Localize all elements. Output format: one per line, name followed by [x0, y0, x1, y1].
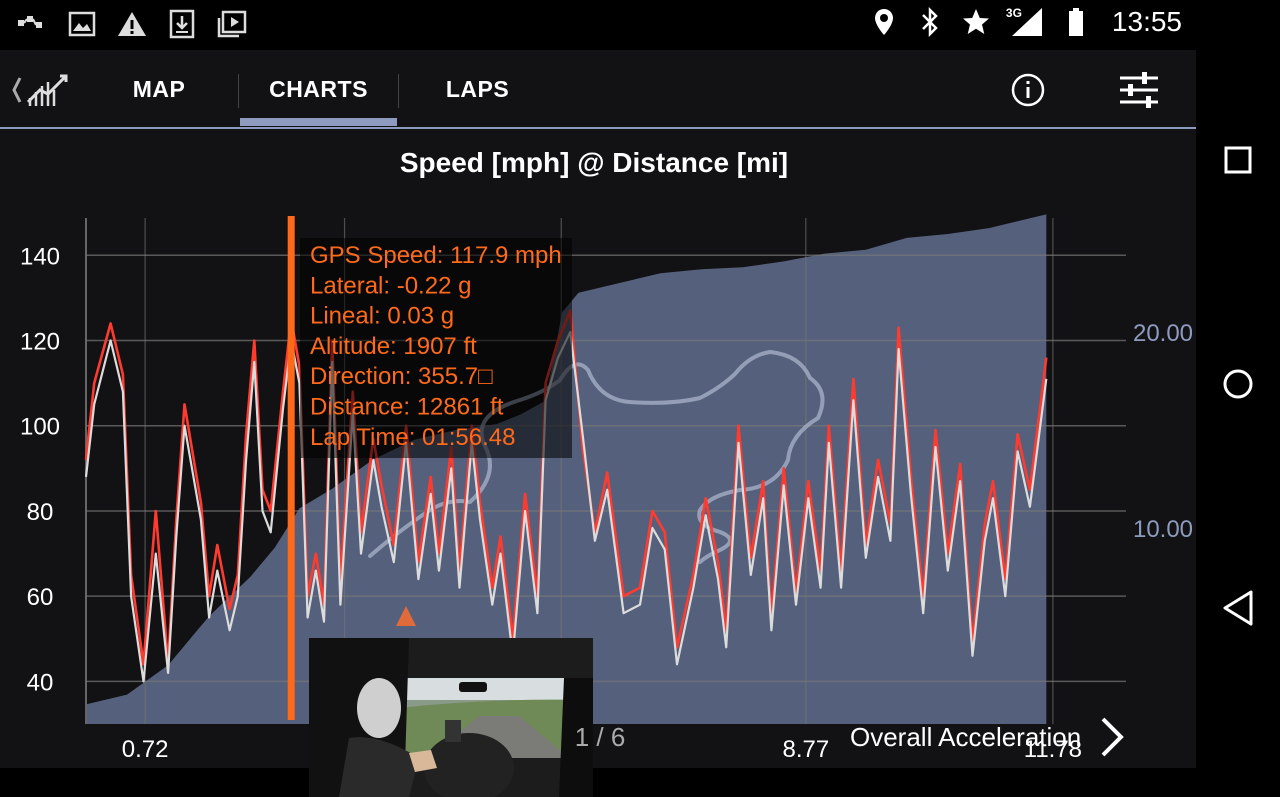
image-icon	[66, 8, 98, 40]
y2-tick-label: 20.00	[1133, 320, 1193, 347]
tab-map[interactable]: MAP	[80, 50, 238, 128]
settings-button[interactable]	[1118, 70, 1160, 110]
status-bar: 3G 13:55	[0, 0, 1196, 50]
tooltip-line: Lateral: -0.22 g	[310, 272, 471, 299]
x-tick-label: 0.72	[122, 736, 169, 763]
tab-laps-label: LAPS	[445, 75, 510, 102]
tab-separator	[238, 74, 239, 108]
tab-map-label: MAP	[132, 75, 186, 102]
recent-apps-button[interactable]	[1216, 138, 1260, 182]
signal-3g-icon: 3G	[1006, 6, 1046, 38]
status-clock: 13:55	[1111, 6, 1182, 37]
onboard-camera-image[interactable]	[309, 638, 593, 797]
back-nav-button[interactable]	[1216, 586, 1260, 630]
info-button[interactable]	[1010, 72, 1046, 108]
chart-panel[interactable]: Speed [mph] @ Distance [mi] 140 120 100 80 6…	[0, 130, 1196, 797]
tooltip-line: GPS Speed: 117.9 mph	[310, 242, 562, 269]
tab-charts[interactable]: CHARTS	[240, 50, 397, 128]
y-tick-label: 60	[27, 584, 54, 611]
app-window: MAP CHARTS LAPS Speed [mph] @ Distance […	[0, 50, 1196, 797]
back-icon	[1223, 590, 1253, 626]
speed-chart[interactable]: Speed [mph] @ Distance [mi] 140 120 100 80 6…	[0, 130, 1196, 768]
bluetooth-icon	[914, 6, 946, 38]
info-icon	[1011, 73, 1045, 107]
tooltip-line: Lineal: 0.03 g	[310, 303, 454, 330]
chart-logo-icon	[26, 74, 68, 106]
settings-sliders-icon	[1120, 72, 1158, 108]
next-chart-button[interactable]: Overall Acceleration	[850, 712, 1125, 762]
system-nav-bar	[1196, 0, 1280, 768]
location-icon	[868, 6, 900, 38]
video-library-icon	[216, 8, 248, 40]
home-button[interactable]	[1216, 362, 1260, 406]
y-tick-label: 80	[27, 499, 54, 526]
home-icon	[1223, 369, 1253, 399]
tooltip-line: Distance: 12861 ft	[310, 394, 504, 421]
warning-icon	[116, 8, 148, 40]
battery-icon	[1060, 6, 1092, 38]
x-tick-label: 8.77	[782, 736, 829, 763]
tooltip-line: Lap Time: 01:56.48	[310, 424, 515, 451]
active-tab-indicator	[240, 118, 397, 126]
download-icon	[166, 8, 198, 40]
y-tick-label: 140	[20, 243, 60, 270]
chart-title: Speed [mph] @ Distance [mi]	[400, 147, 788, 178]
y-tick-label: 120	[20, 329, 60, 356]
back-button[interactable]	[6, 68, 76, 112]
recent-apps-icon	[1224, 146, 1252, 174]
y-tick-label: 100	[20, 414, 60, 441]
next-chart-label: Overall Acceleration	[850, 721, 1082, 752]
y2-tick-label: 10.00	[1133, 516, 1193, 543]
tab-laps[interactable]: LAPS	[399, 50, 556, 128]
y-tick-label: 40	[27, 669, 54, 696]
toolbar: MAP CHARTS LAPS	[0, 50, 1196, 130]
back-chevron-icon	[12, 77, 22, 103]
network-type-label: 3G	[1005, 6, 1022, 20]
gps-signal-icon	[16, 8, 48, 40]
tab-charts-label: CHARTS	[269, 75, 368, 102]
toolbar-divider	[0, 127, 1196, 129]
page-indicator: 1 / 6	[574, 722, 626, 752]
tooltip-line: Altitude: 1907 ft	[310, 333, 477, 360]
star-icon	[960, 6, 992, 38]
chevron-right-icon	[1101, 717, 1125, 757]
tooltip-line: Direction: 355.7□	[310, 363, 493, 390]
